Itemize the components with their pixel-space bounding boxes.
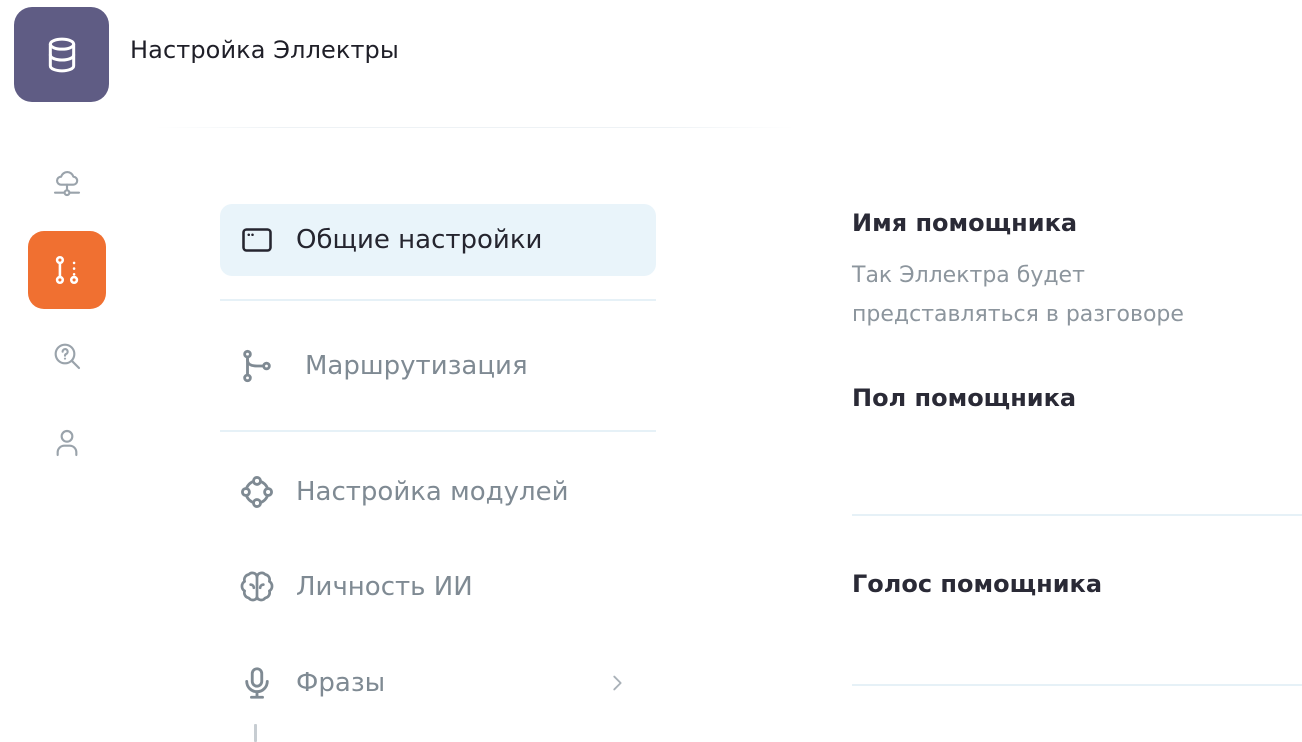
menu-scroll-hint	[254, 724, 257, 742]
app-logo	[14, 7, 109, 102]
menu-item-routing[interactable]: Маршрутизация	[220, 330, 656, 402]
cloud-network-icon	[53, 171, 81, 197]
menu-item-label: Общие настройки	[296, 225, 543, 255]
database-icon	[48, 37, 75, 72]
menu-divider	[220, 430, 656, 432]
assistant-name-description: Так Эллектра будет представляться в разг…	[852, 263, 1184, 327]
routing-icon	[55, 255, 79, 285]
menu-item-phrases[interactable]: Фразы	[220, 647, 656, 719]
rail-search-help-button[interactable]	[28, 317, 106, 395]
menu-item-label: Фразы	[296, 668, 386, 698]
search-help-icon	[54, 343, 81, 370]
assistant-gender-label: Пол помощника	[852, 384, 1077, 412]
rail-user-button[interactable]	[28, 404, 106, 482]
microphone-icon	[245, 667, 269, 699]
settings-divider	[852, 514, 1302, 516]
chevron-right-icon	[613, 675, 622, 691]
menu-item-module-settings[interactable]: Настройка модулей	[220, 456, 656, 528]
assistant-voice-label: Голос помощника	[852, 570, 1103, 598]
menu-item-label: Настройка модулей	[296, 477, 569, 507]
menu-item-general-settings[interactable]: Общие настройки	[220, 204, 656, 276]
menu-item-label: Маршрутизация	[305, 351, 528, 381]
assistant-name-label: Имя помощника	[852, 209, 1078, 237]
header-divider	[155, 127, 795, 128]
git-branch-icon	[243, 349, 271, 383]
app-title: Настройка Эллектры	[130, 36, 399, 64]
modules-icon	[241, 476, 273, 508]
menu-item-label: Личность ИИ	[296, 572, 473, 602]
settings-divider	[852, 684, 1302, 686]
menu-divider	[220, 299, 656, 301]
rail-cloud-network-button[interactable]	[28, 145, 106, 223]
window-icon	[242, 228, 272, 252]
menu-item-ai-personality[interactable]: Личность ИИ	[220, 551, 656, 623]
rail-routing-button[interactable]	[28, 231, 106, 309]
user-icon	[56, 429, 78, 457]
brain-icon	[240, 571, 274, 602]
